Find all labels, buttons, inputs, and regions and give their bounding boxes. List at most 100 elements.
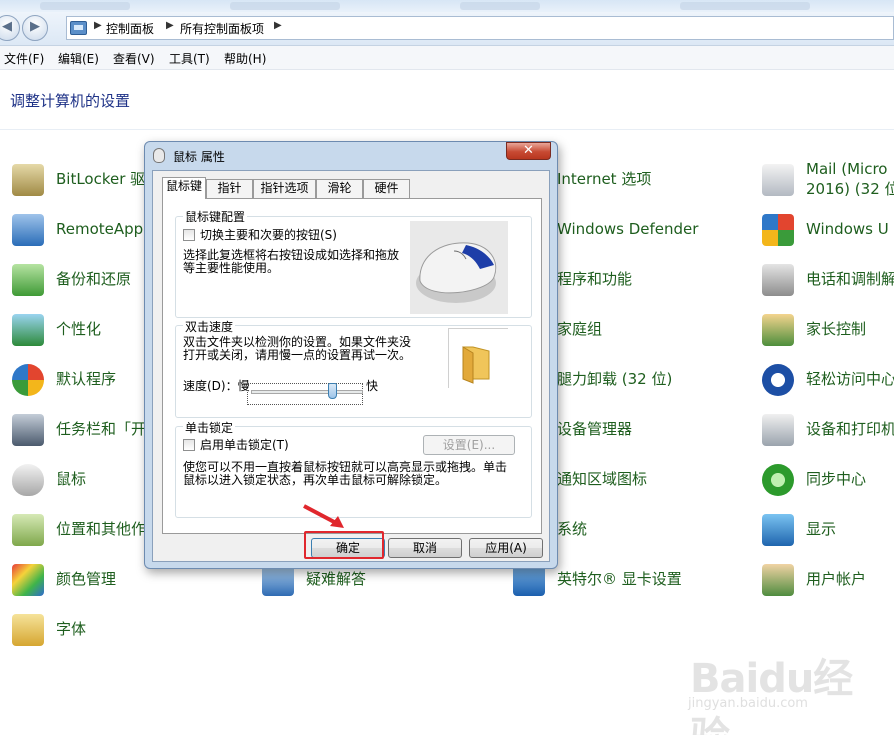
back-button[interactable]: ◀ bbox=[0, 15, 20, 41]
dialog-body: 鼠标键 指针 指针选项 滑轮 硬件 鼠标键配置 切换主要和次要的按钮(S) 选择… bbox=[152, 170, 550, 562]
ease-icon bbox=[762, 364, 794, 396]
watermark: Baidu经验 jingyan.baidu.com bbox=[686, 638, 886, 735]
address-bar-area: ◀ ▶ ▶ 控制面板 ▶ 所有控制面板项 ▶ bbox=[0, 12, 894, 46]
cp-item-label: 颜色管理 bbox=[56, 570, 117, 588]
blurred-tab bbox=[40, 2, 130, 10]
apply-button[interactable]: 应用(A) bbox=[469, 538, 543, 558]
cp-item-label: 字体 bbox=[56, 620, 87, 638]
speed-slider-track[interactable] bbox=[251, 390, 363, 394]
cp-item-label: 英特尔® 显卡设置 bbox=[557, 570, 682, 588]
cp-item-label: 位置和其他作 bbox=[56, 520, 147, 538]
remoteapp-icon bbox=[12, 214, 44, 246]
menu-view[interactable]: 查看(V) bbox=[113, 50, 155, 67]
click-lock-settings-button[interactable]: 设置(E)... bbox=[423, 435, 515, 455]
cp-item-label: Internet 选项 bbox=[557, 170, 652, 188]
watermark-logo: Baidu经验 bbox=[690, 656, 853, 735]
tab-pointer-options[interactable]: 指针选项 bbox=[253, 179, 316, 198]
cp-item-label: 疑难解答 bbox=[306, 570, 367, 588]
speed-label: 速度(D)：慢 bbox=[183, 379, 250, 393]
phone-icon bbox=[762, 264, 794, 296]
description-text: 等主要性能使用。 bbox=[183, 261, 280, 275]
cp-item-label: 备份和还原 bbox=[56, 270, 132, 288]
forward-arrow-icon: ▶ bbox=[30, 19, 40, 34]
watermark-url: jingyan.baidu.com bbox=[688, 696, 808, 711]
chevron-right-icon[interactable]: ▶ bbox=[274, 20, 282, 31]
background-tab-strip bbox=[0, 0, 894, 12]
forward-button[interactable]: ▶ bbox=[22, 15, 48, 41]
folder-icon bbox=[462, 346, 490, 384]
cp-item-label: 程序和功能 bbox=[557, 270, 633, 288]
default-programs-icon bbox=[12, 364, 44, 396]
cp-item-label: 任务栏和「开 bbox=[56, 420, 147, 438]
back-arrow-icon: ◀ bbox=[2, 19, 12, 34]
fast-label: 快 bbox=[366, 379, 379, 393]
menu-file[interactable]: 文件(F) bbox=[4, 50, 44, 67]
parental-icon bbox=[762, 314, 794, 346]
cp-item-label: 电话和调制解 bbox=[806, 270, 894, 288]
group-label: 单击锁定 bbox=[183, 419, 236, 436]
cp-item-label: Mail (Micro bbox=[806, 160, 888, 178]
cp-item-label: 轻松访问中心 bbox=[806, 370, 894, 388]
mouse-illustration bbox=[410, 221, 508, 314]
close-icon: ✕ bbox=[523, 143, 534, 158]
cp-item-label: 鼠标 bbox=[56, 470, 87, 488]
checkbox-label: 切换主要和次要的按钮(S) bbox=[200, 228, 337, 242]
cp-item-label: 个性化 bbox=[56, 320, 102, 338]
personalize-icon bbox=[12, 314, 44, 346]
dialog-title: 鼠标 属性 bbox=[173, 150, 225, 164]
speed-slider-thumb[interactable] bbox=[328, 383, 337, 399]
annotation-highlight-box bbox=[304, 531, 384, 559]
menu-help[interactable]: 帮助(H) bbox=[224, 50, 266, 67]
location-icon bbox=[12, 514, 44, 546]
speed-slider-focus bbox=[247, 383, 363, 405]
cp-item-label: Windows U bbox=[806, 220, 889, 238]
cp-item-label: 通知区域图标 bbox=[557, 470, 648, 488]
click-lock-checkbox[interactable] bbox=[183, 439, 195, 451]
backup-icon bbox=[12, 264, 44, 296]
windows-update-icon bbox=[762, 214, 794, 246]
menu-edit[interactable]: 编辑(E) bbox=[58, 50, 99, 67]
annotation-arrow-icon bbox=[303, 504, 344, 528]
cp-item-label: 设备管理器 bbox=[557, 420, 633, 438]
cp-item-label: 家长控制 bbox=[806, 320, 867, 338]
switch-buttons-checkbox[interactable] bbox=[183, 229, 195, 241]
bitlocker-icon bbox=[12, 164, 44, 196]
dialog-titlebar[interactable]: 鼠标 属性 ✕ bbox=[145, 142, 557, 168]
page-title: 调整计算机的设置 bbox=[10, 92, 131, 110]
cp-item-label-line2: 2016) (32 位 bbox=[806, 180, 894, 198]
tab-pointers[interactable]: 指针 bbox=[206, 179, 253, 198]
description-text: 鼠标以进入锁定状态，再次单击鼠标可解除锁定。 bbox=[183, 473, 448, 487]
breadcrumb-all-items[interactable]: 所有控制面板项 bbox=[180, 20, 264, 37]
cp-item-label: 显示 bbox=[806, 520, 837, 538]
cp-item-label: 系统 bbox=[557, 520, 588, 538]
mouse-icon bbox=[12, 464, 44, 496]
blurred-tab bbox=[680, 2, 810, 10]
divider bbox=[0, 129, 894, 130]
checkbox-label: 启用单击锁定(T) bbox=[200, 438, 289, 452]
cp-item-label: Windows Defender bbox=[557, 220, 699, 238]
breadcrumb-control-panel[interactable]: 控制面板 bbox=[106, 20, 154, 37]
cp-item-label: 设备和打印机 bbox=[806, 420, 894, 438]
cp-item-label: 用户帐户 bbox=[806, 570, 867, 588]
cp-item-label: 默认程序 bbox=[56, 370, 117, 388]
cp-item-label: 腿力卸载 (32 位) bbox=[557, 370, 673, 388]
mouse-properties-dialog: 鼠标 属性 ✕ 鼠标键 指针 指针选项 滑轮 硬件 鼠标键配置 切换主要和次要的… bbox=[144, 141, 558, 569]
tab-wheel[interactable]: 滑轮 bbox=[316, 179, 363, 198]
cp-item-label: RemoteApp bbox=[56, 220, 144, 238]
menu-bar: 文件(F) 编辑(E) 查看(V) 工具(T) 帮助(H) bbox=[0, 46, 894, 70]
blurred-tab bbox=[460, 2, 540, 10]
address-input[interactable]: ▶ 控制面板 ▶ 所有控制面板项 ▶ bbox=[66, 16, 894, 40]
cancel-button[interactable]: 取消 bbox=[388, 538, 462, 558]
mail-icon bbox=[762, 164, 794, 196]
group-label: 双击速度 bbox=[183, 318, 236, 335]
close-button[interactable]: ✕ bbox=[506, 142, 551, 160]
control-panel-icon bbox=[70, 21, 87, 35]
menu-tools[interactable]: 工具(T) bbox=[169, 50, 210, 67]
color-icon bbox=[12, 564, 44, 596]
printer-icon bbox=[762, 414, 794, 446]
cp-item-label: 同步中心 bbox=[806, 470, 867, 488]
tab-hardware[interactable]: 硬件 bbox=[363, 179, 410, 198]
test-folder[interactable] bbox=[448, 328, 508, 388]
chevron-right-icon: ▶ bbox=[166, 20, 174, 31]
tab-buttons[interactable]: 鼠标键 bbox=[162, 177, 206, 199]
